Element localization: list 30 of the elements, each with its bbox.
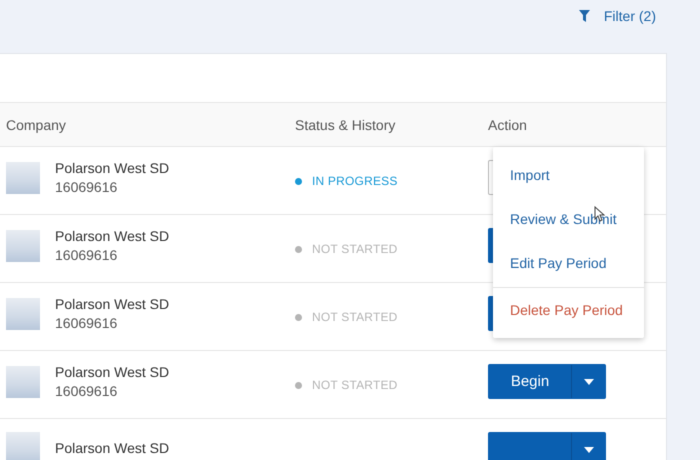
company-number: 16069616: [55, 383, 118, 399]
menu-item[interactable]: Import: [493, 153, 644, 197]
photo-placeholder: [6, 366, 40, 398]
status-text: NOT STARTED: [312, 242, 398, 256]
filter-link[interactable]: Filter (2): [578, 8, 656, 24]
company-name: Polarson West SD: [55, 364, 170, 380]
company-name: Polarson West SD: [55, 440, 170, 456]
column-header: Action: [488, 116, 528, 132]
menu-item[interactable]: Edit Pay Period: [493, 241, 644, 285]
status-text: IN PROGRESS: [312, 174, 398, 188]
photo-placeholder: [6, 298, 40, 330]
caret-icon: [584, 446, 594, 452]
status-text: NOT STARTED: [312, 310, 398, 324]
company-name: Polarson West SD: [55, 296, 170, 312]
company-number: 16069616: [55, 247, 118, 263]
company-number: 16069616: [55, 315, 118, 331]
photo-placeholder: [6, 162, 40, 194]
company-name: Polarson West SD: [55, 160, 170, 176]
status-text: NOT STARTED: [312, 378, 398, 392]
company-name: Polarson West SD: [55, 228, 170, 244]
filter-label[interactable]: Filter (2): [604, 8, 656, 24]
begin-button[interactable]: Begin: [489, 365, 571, 398]
photo-placeholder: [6, 432, 40, 460]
photo-placeholder: [6, 230, 40, 262]
filter-icon: [578, 10, 590, 22]
split-button[interactable]: Begin: [488, 364, 606, 399]
caret-icon: [584, 378, 594, 384]
company-number: 16069616: [55, 179, 118, 195]
column-header: Company: [6, 116, 67, 132]
column-header: Status & History: [295, 116, 396, 132]
